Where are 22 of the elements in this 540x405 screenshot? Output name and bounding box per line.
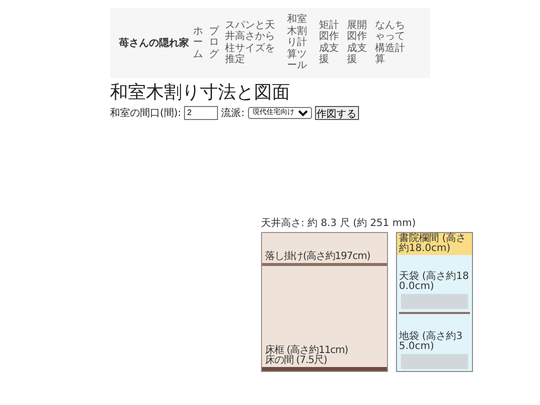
style-label: 流派: xyxy=(221,106,245,120)
page-title: 和室木割り寸法と図面 xyxy=(110,80,291,104)
cabinet-door xyxy=(401,294,468,309)
width-label: 和室の間口(間): xyxy=(110,106,182,120)
width-input[interactable]: 2 xyxy=(184,106,218,120)
cabinet-door xyxy=(401,354,468,368)
nav-link[interactable]: ホーム xyxy=(193,26,205,60)
nav-link[interactable]: スパンと天井高さから柱サイズを推定 xyxy=(225,20,283,66)
ceiling-height-caption: 天井高さ: 約 8.3 尺 (約 251 mm) xyxy=(261,216,417,230)
alcove-label: 床框 (高さ約11cm) xyxy=(264,346,349,356)
nav-link[interactable]: ブログ xyxy=(209,26,221,60)
cabinet-label: 天袋 (高さ約180.0cm) xyxy=(398,272,470,292)
alcove-label: 床の間 (7.5尺) xyxy=(264,356,328,366)
nav-link[interactable]: 展開図作成支援 xyxy=(347,20,371,66)
lintel-label: 落し掛け(高さ約197cm) xyxy=(264,252,372,262)
nav-link[interactable]: なんちゃって構造計算 xyxy=(375,20,405,66)
nav-link[interactable]: 和室木割り計算ツール xyxy=(287,14,315,72)
cabinet-header: 書院欄間 (高さ約18.0cm) xyxy=(397,232,472,254)
cabinet-label: 地袋 (高さ約35.0cm) xyxy=(398,332,464,352)
draw-button[interactable]: 作図する xyxy=(314,106,359,120)
nav-link[interactable]: 矩計図作成支援 xyxy=(319,20,343,66)
site-logo[interactable]: 苺さんの隠れ家 xyxy=(119,36,189,50)
